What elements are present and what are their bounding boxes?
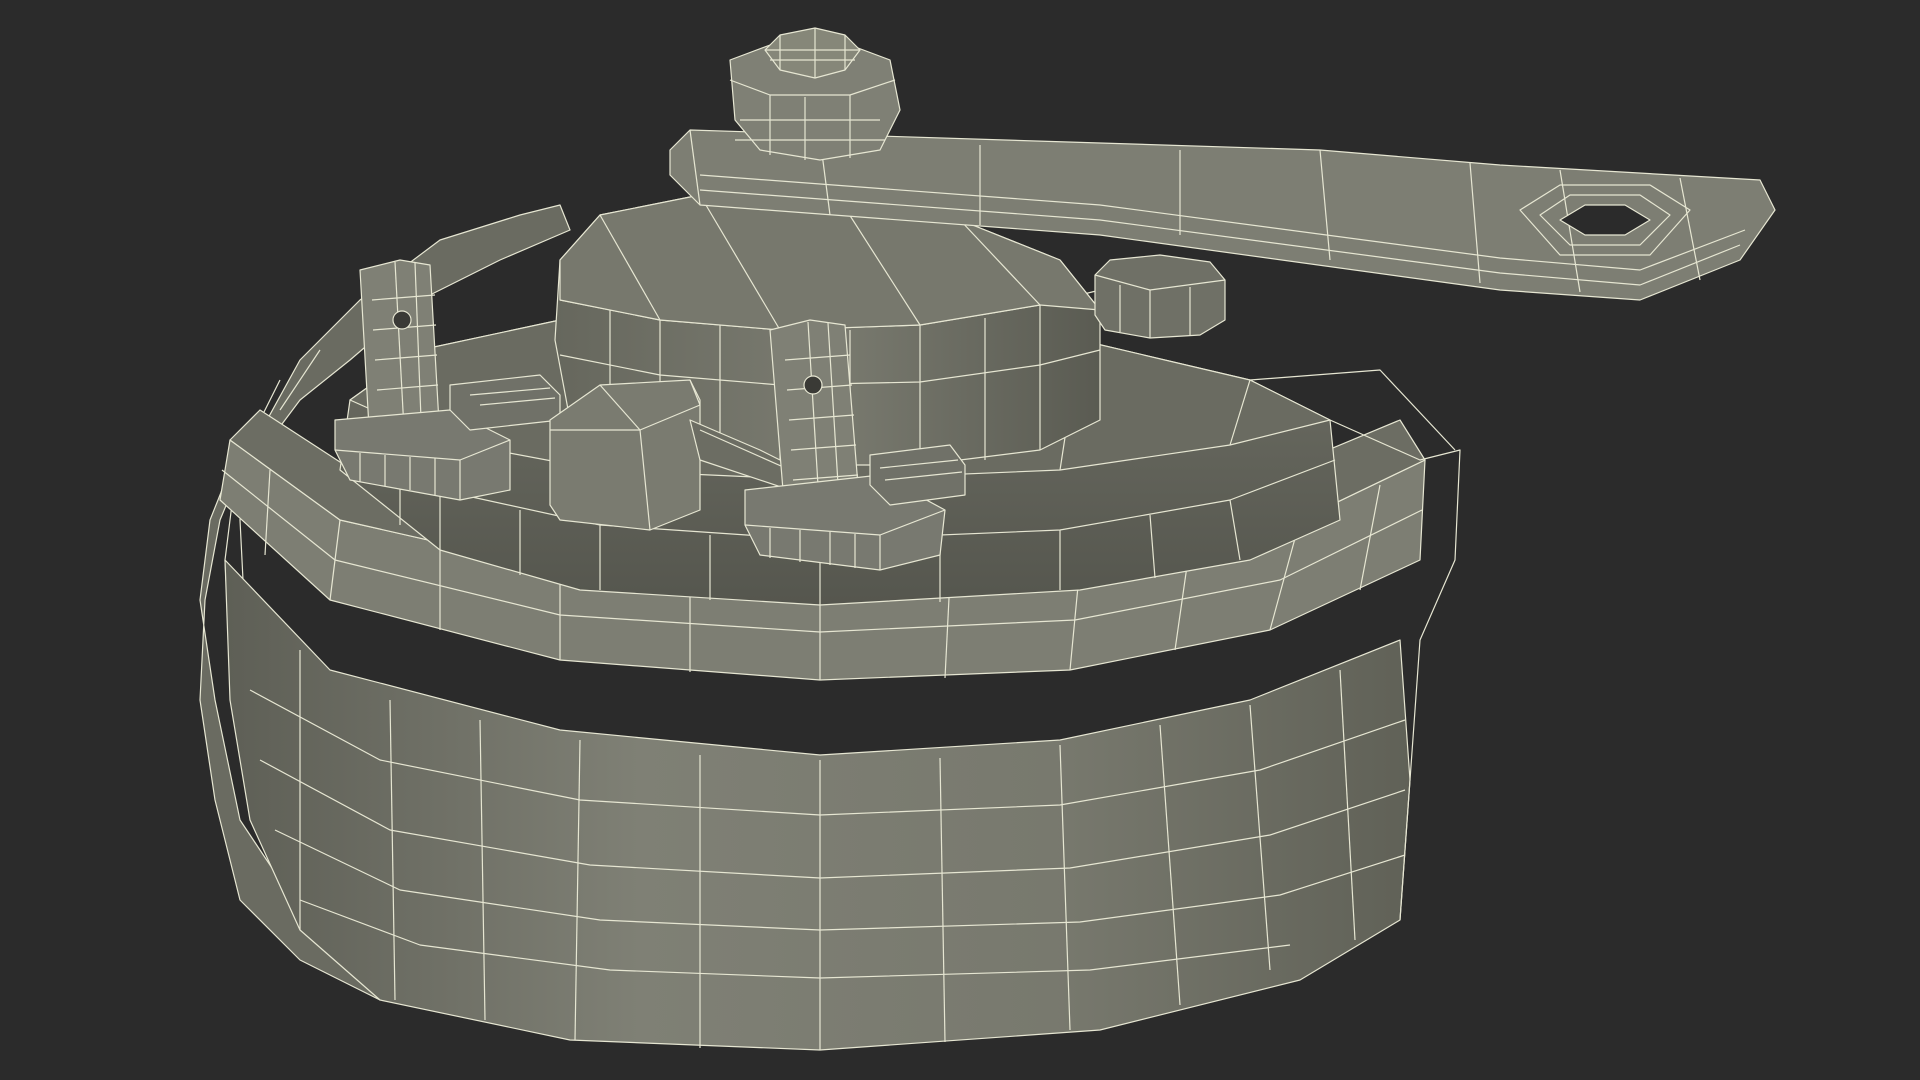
small-post bbox=[1094, 254, 1226, 339]
terminal-hole-right bbox=[803, 375, 823, 395]
wireframe-model-render bbox=[199, 27, 1776, 1051]
terminal-hole-left bbox=[392, 310, 412, 330]
wireframe-mesh bbox=[199, 27, 1776, 1051]
render-viewport bbox=[0, 0, 1920, 1080]
